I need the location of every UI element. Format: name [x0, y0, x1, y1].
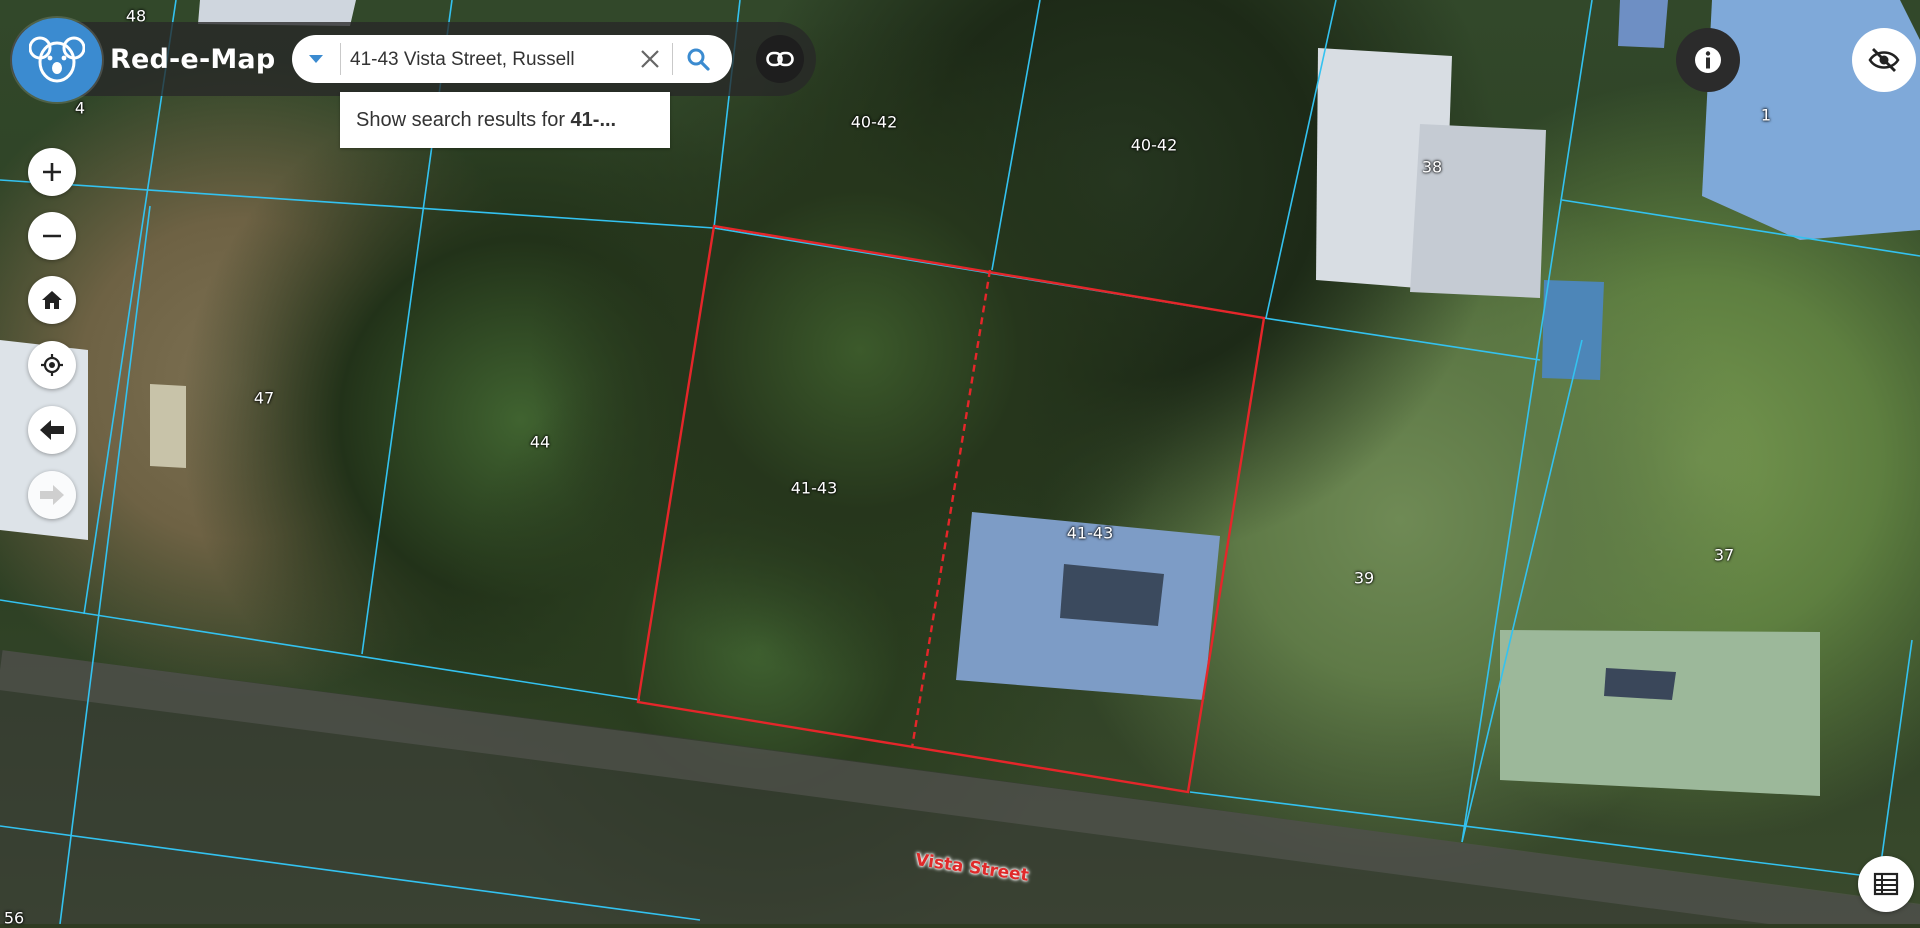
arrow-right-icon [40, 485, 64, 505]
zoom-in-button[interactable] [28, 148, 76, 196]
crosshair-icon [41, 354, 63, 376]
home-icon [42, 291, 62, 309]
trailer [150, 384, 186, 468]
lot-label-47: 47 [253, 388, 275, 408]
lot-label-38: 38 [1421, 157, 1443, 177]
selected-parcel [636, 224, 1266, 794]
zoom-out-button[interactable] [28, 212, 76, 260]
map-view[interactable]: 48 4 47 44 41-43 41-43 40-42 40-42 38 1 … [0, 0, 1920, 928]
roof-37 [1500, 630, 1820, 796]
lot-label-39: 39 [1353, 568, 1375, 588]
solar-panels [1060, 564, 1164, 626]
lot-label-1: 1 [1760, 105, 1772, 125]
lot-label-40-42-east: 40-42 [1130, 135, 1178, 155]
koala-icon[interactable] [12, 18, 102, 102]
lot-label-4: 4 [74, 98, 86, 118]
roof-small [1618, 0, 1668, 48]
search-suggestion[interactable]: Show search results for 41-... [340, 92, 670, 148]
suggestion-prefix: Show search results for [356, 109, 571, 131]
lot-label-37: 37 [1713, 545, 1735, 565]
lot-label-41-43-east: 41-43 [1066, 523, 1114, 543]
lot-label-41-43-west: 41-43 [790, 478, 838, 498]
close-icon[interactable] [636, 45, 664, 73]
lot-label-56: 56 [3, 908, 25, 928]
map-overlay [0, 0, 1920, 924]
lot-label-44: 44 [529, 432, 551, 452]
solar-panels-37 [1604, 668, 1676, 700]
search-divider [340, 43, 341, 75]
lot-label-40-42-west: 40-42 [850, 112, 898, 132]
search-bar [292, 35, 732, 83]
search-divider [672, 43, 673, 75]
link-icon[interactable] [756, 35, 804, 83]
minus-icon [43, 234, 61, 238]
eye-slash-icon[interactable] [1852, 28, 1916, 92]
roof-38-b [1410, 124, 1546, 298]
locate-button[interactable] [28, 341, 76, 389]
forward-button[interactable] [28, 471, 76, 519]
info-icon[interactable] [1676, 28, 1740, 92]
caret-down-icon[interactable] [292, 35, 340, 83]
arrow-left-icon [40, 420, 64, 440]
search-icon[interactable] [680, 41, 716, 77]
shed-roof [1542, 280, 1604, 380]
home-button[interactable] [28, 276, 76, 324]
app-title: Red-e-Map [110, 44, 276, 75]
back-button[interactable] [28, 406, 76, 454]
plus-icon [43, 163, 61, 181]
suggestion-query: 41-... [570, 109, 617, 131]
search-input[interactable] [348, 43, 582, 77]
table-icon[interactable] [1858, 856, 1914, 912]
